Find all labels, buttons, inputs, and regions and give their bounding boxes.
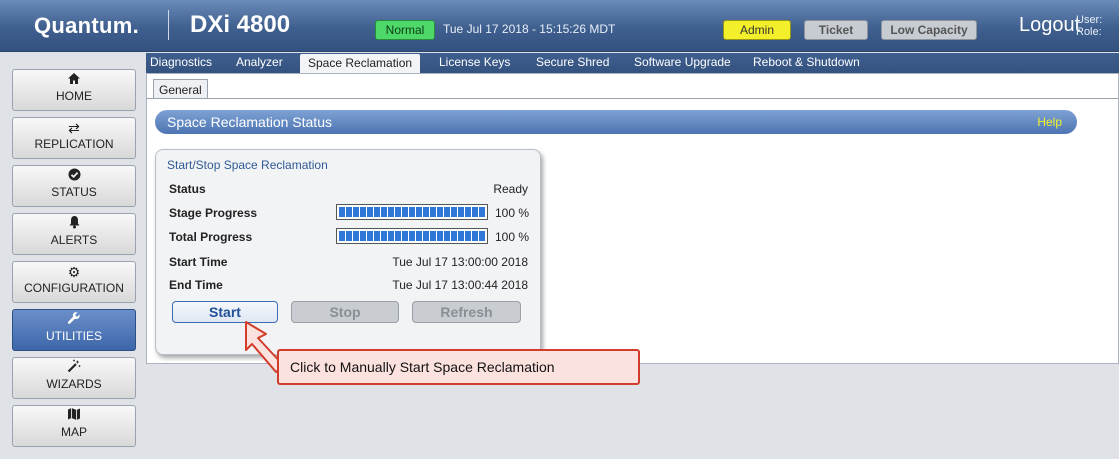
tab-space-reclamation[interactable]: Space Reclamation [300, 54, 421, 73]
end-time-label: End Time [169, 278, 223, 292]
stage-progress-label: Stage Progress [169, 206, 258, 220]
tab-diagnostics[interactable]: Diagnostics [150, 55, 212, 69]
gear-icon: ⚙ [67, 264, 81, 280]
map-icon [13, 406, 135, 424]
section-title: Space Reclamation Status [167, 114, 332, 130]
bell-icon [13, 214, 135, 232]
logout-link[interactable]: Logout [1019, 14, 1080, 37]
sidebar-item-home[interactable]: HOME [12, 69, 136, 111]
stage-progress-percent: 100 % [495, 206, 530, 220]
tab-secure-shred[interactable]: Secure Shred [536, 55, 609, 69]
callout-annotation: Click to Manually Start Space Reclamatio… [277, 349, 640, 385]
sidebar-item-map[interactable]: MAP [12, 405, 136, 447]
end-time-value: Tue Jul 17 13:00:44 2018 [392, 278, 528, 292]
sidebar-item-label: CONFIGURATION [24, 281, 124, 295]
tab-analyzer[interactable]: Analyzer [236, 55, 283, 69]
low-capacity-badge[interactable]: Low Capacity [881, 20, 977, 40]
panel-title: Start/Stop Space Reclamation [167, 158, 328, 172]
sidebar-item-replication[interactable]: ⇄ REPLICATION [12, 117, 136, 159]
tab-software-upgrade[interactable]: Software Upgrade [634, 55, 731, 69]
product-name: DXi 4800 [190, 11, 291, 38]
sidebar-item-label: REPLICATION [34, 137, 114, 151]
admin-badge[interactable]: Admin [723, 20, 791, 40]
role-label: Role: [1076, 26, 1102, 38]
total-progress-fill [339, 231, 485, 241]
brand-logo: Quantum. [34, 13, 140, 38]
sidebar-item-label: HOME [56, 89, 92, 103]
sidebar-item-alerts[interactable]: ALERTS [12, 213, 136, 255]
wrench-icon [13, 310, 135, 328]
section-header: Space Reclamation Status Help [155, 110, 1077, 134]
sidebar-item-label: ALERTS [50, 233, 98, 247]
sidebar-item-label: UTILITIES [45, 329, 102, 343]
subtab-general[interactable]: General [153, 79, 208, 99]
sidebar-item-utilities[interactable]: UTILITIES [12, 309, 136, 351]
sidebar-item-label: STATUS [51, 185, 97, 199]
help-link[interactable]: Help [1037, 115, 1062, 129]
top-bar: Quantum. DXi 4800 Normal Tue Jul 17 2018… [0, 0, 1119, 52]
refresh-button[interactable]: Refresh [412, 301, 521, 323]
system-status-badge[interactable]: Normal [375, 20, 435, 40]
status-label: Status [169, 182, 206, 196]
total-progress-bar [336, 228, 488, 244]
ticket-badge[interactable]: Ticket [804, 20, 868, 40]
user-label: User: [1076, 14, 1103, 26]
sidebar-item-configuration[interactable]: ⚙ CONFIGURATION [12, 261, 136, 303]
brand-divider [168, 10, 169, 40]
sidebar-item-label: MAP [60, 425, 87, 439]
stop-button[interactable]: Stop [291, 301, 399, 323]
sidebar-item-status[interactable]: STATUS [12, 165, 136, 207]
status-value: Ready [493, 182, 528, 196]
home-icon [13, 70, 135, 88]
replication-icon: ⇄ [68, 120, 80, 136]
total-progress-label: Total Progress [169, 230, 253, 244]
tab-reboot-shutdown[interactable]: Reboot & Shutdown [753, 55, 860, 69]
system-datetime: Tue Jul 17 2018 - 15:15:26 MDT [443, 22, 616, 36]
sidebar-item-label: WIZARDS [46, 377, 102, 391]
stage-progress-bar [336, 204, 488, 220]
status-icon [13, 166, 135, 184]
sidebar-item-wizards[interactable]: WIZARDS [12, 357, 136, 399]
user-info: User: Role: [1076, 14, 1102, 38]
stage-progress-fill [339, 207, 485, 217]
wand-icon [13, 358, 135, 376]
start-time-label: Start Time [169, 255, 228, 269]
space-reclamation-panel: Start/Stop Space Reclamation Status Read… [155, 149, 541, 355]
total-progress-percent: 100 % [495, 230, 530, 244]
start-time-value: Tue Jul 17 13:00:00 2018 [392, 255, 528, 269]
subtab-divider [147, 98, 1118, 99]
sidebar: HOME ⇄ REPLICATION STATUS ALERTS ⚙ CONFI… [0, 53, 146, 459]
tab-license-keys[interactable]: License Keys [439, 55, 510, 69]
utilities-tabs: Diagnostics Analyzer Space Reclamation L… [146, 53, 1119, 73]
